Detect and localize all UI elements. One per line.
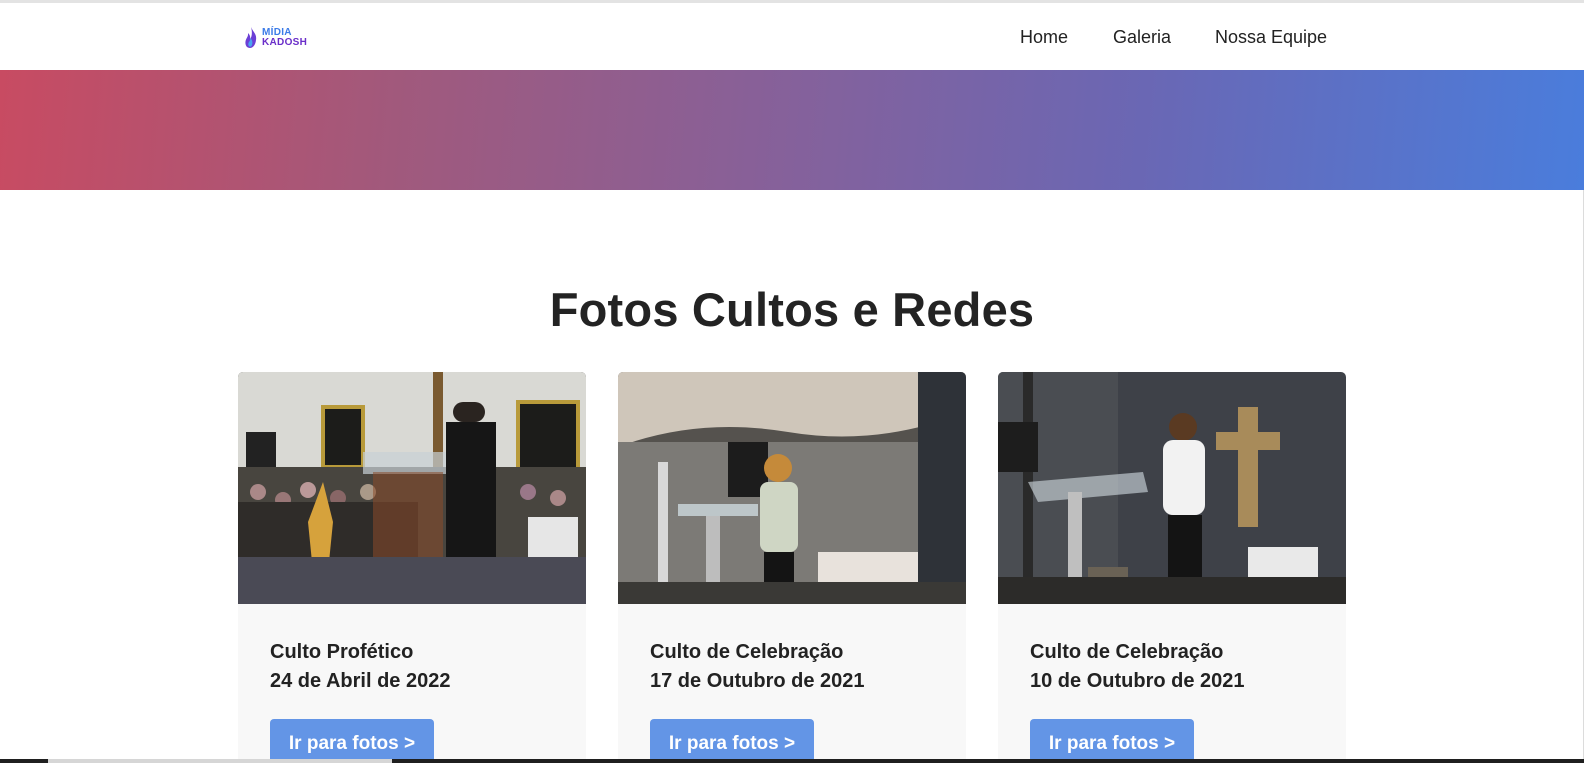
go-to-photos-button[interactable]: Ir para fotos > <box>1030 719 1194 763</box>
scrollbar-thumb[interactable] <box>48 759 392 763</box>
event-photo[interactable] <box>618 372 966 604</box>
section-title: Fotos Cultos e Redes <box>549 283 1035 336</box>
nav-link-home[interactable]: Home <box>1020 27 1068 48</box>
card-date: 17 de Outubro de 2021 <box>650 670 865 692</box>
gallery-card: Culto de Celebração 17 de Outubro de 202… <box>618 372 966 763</box>
gallery-card: Culto Profético 24 de Abril de 2022 Ir p… <box>238 372 586 763</box>
go-to-photos-button[interactable]: Ir para fotos > <box>270 719 434 763</box>
event-photo[interactable] <box>238 372 586 604</box>
card-title: Culto de Celebração <box>1030 641 1224 663</box>
card-date: 24 de Abril de 2022 <box>270 670 451 692</box>
card-title: Culto de Celebração <box>650 641 844 663</box>
main-nav: Home Galeria Nossa Equipe <box>0 27 1584 51</box>
gallery-card: Culto de Celebração 10 de Outubro de 202… <box>998 372 1346 763</box>
card-date: 10 de Outubro de 2021 <box>1030 670 1245 692</box>
nav-link-galeria[interactable]: Galeria <box>1113 27 1171 48</box>
hero-banner <box>0 70 1584 190</box>
horizontal-scrollbar[interactable] <box>0 759 1584 763</box>
navbar: MÍDIA KADOSH Home Galeria Nossa Equipe <box>0 3 1584 70</box>
nav-link-nossa-equipe[interactable]: Nossa Equipe <box>1215 27 1327 48</box>
go-to-photos-button[interactable]: Ir para fotos > <box>650 719 814 763</box>
card-title: Culto Profético <box>270 641 414 663</box>
event-photo[interactable] <box>998 372 1346 604</box>
